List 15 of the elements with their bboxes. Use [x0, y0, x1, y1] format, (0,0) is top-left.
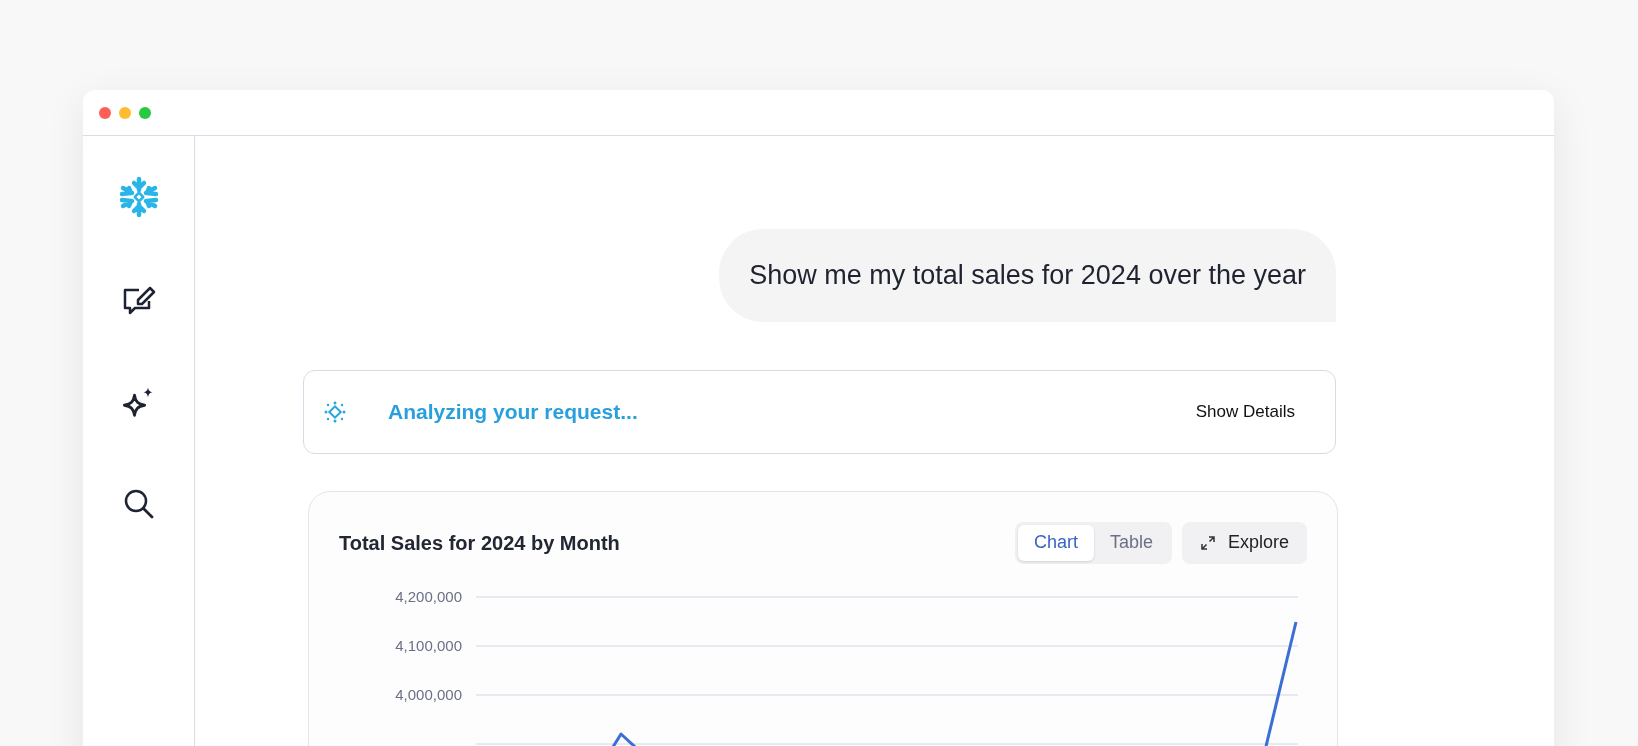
- explore-button[interactable]: Explore: [1181, 521, 1307, 564]
- loader-icon: [324, 400, 346, 423]
- window-button[interactable]: [99, 106, 111, 119]
- view-tab[interactable]: Chart: [1017, 524, 1094, 561]
- axis-label: 4,000,000: [395, 685, 462, 703]
- axis-label: 4,100,000: [395, 636, 462, 654]
- chart-title: Total Sales for 2024 by Month: [339, 530, 620, 556]
- status-text: Analyzing your request...: [388, 398, 638, 425]
- search-icon[interactable]: [122, 488, 155, 520]
- message-bubble: Show me my total sales for 2024 over the year: [719, 229, 1336, 322]
- view-tab[interactable]: Table: [1093, 524, 1169, 561]
- expand-icon: [1199, 534, 1216, 551]
- show-details-button[interactable]: Show Details: [1195, 398, 1295, 425]
- axis-label: 4,200,000: [395, 587, 462, 605]
- snowflake-icon: [117, 176, 160, 218]
